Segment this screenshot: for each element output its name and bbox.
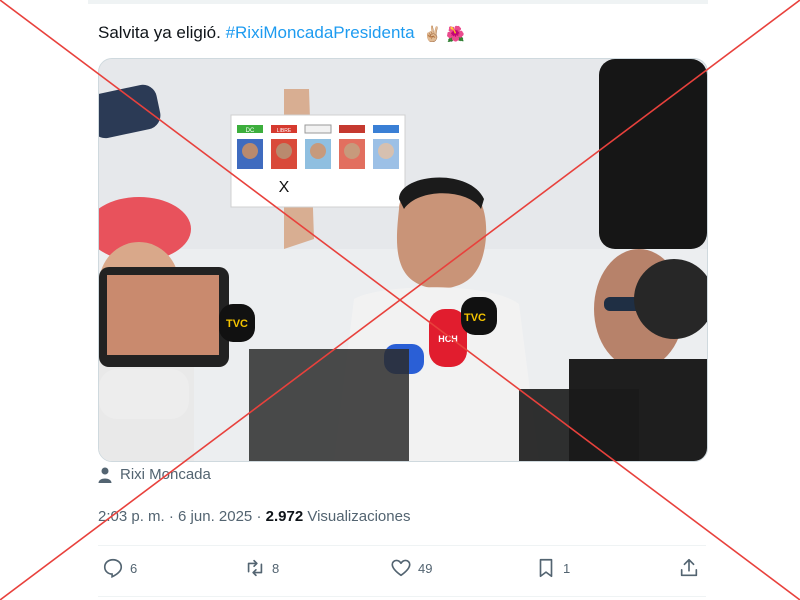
ballot-label-libre: LIBRE [277,128,292,134]
views-label: Visualizaciones [307,508,411,525]
mic-brand-tvc-right: TVC [464,312,486,324]
photo-illustration: DC LIBRE X TVC TVC HCH [99,59,707,461]
heart-icon [391,559,411,577]
mic-brand-hch: HCH [438,334,458,344]
like-count: 49 [418,560,433,576]
top-divider [88,0,708,4]
tweet-text: Salvita ya eligió. #RixiMoncadaPresident… [98,22,465,46]
meta-separator-2: · [256,508,262,525]
tweet-date[interactable]: 6 jun. 2025 [178,508,252,525]
tagged-user-row[interactable]: Rixi Moncada [98,466,211,483]
tweet-photo[interactable]: DC LIBRE X TVC TVC HCH [98,58,708,462]
repost-count: 8 [272,560,280,576]
share-icon [680,558,698,577]
meta-separator: · [168,508,174,525]
hashtag-link[interactable]: #RixiMoncadaPresidenta [226,23,415,42]
reply-count: 6 [130,560,138,576]
bottom-divider [98,596,706,597]
emoji-group: ✌🏼 🌺 [423,26,465,43]
bookmark-icon [539,558,553,578]
views-count: 2.972 [265,508,304,525]
repost-icon [247,559,263,577]
repost-button[interactable]: 8 [244,557,279,579]
like-button[interactable]: 49 [390,557,432,579]
ballot-x-mark: X [279,179,290,196]
mic-brand-tvc-left: TVC [226,318,248,330]
bookmark-count: 1 [563,560,571,576]
meta-divider [98,545,706,546]
person-icon [98,467,112,483]
tweet-meta: 2:03 p. m. · 6 jun. 2025 · 2.972 Visuali… [98,508,410,525]
tweet-text-body: Salvita ya eligió. [98,23,226,42]
action-bar: 6 8 49 1 [98,557,706,589]
reply-button[interactable]: 6 [102,557,137,579]
tagged-user-name[interactable]: Rixi Moncada [120,466,211,483]
bookmark-button[interactable]: 1 [535,557,570,579]
share-button[interactable] [678,557,706,579]
ballot-label-dc: DC [246,128,255,134]
reply-icon [103,558,123,579]
tweet-time[interactable]: 2:03 p. m. [98,508,165,525]
